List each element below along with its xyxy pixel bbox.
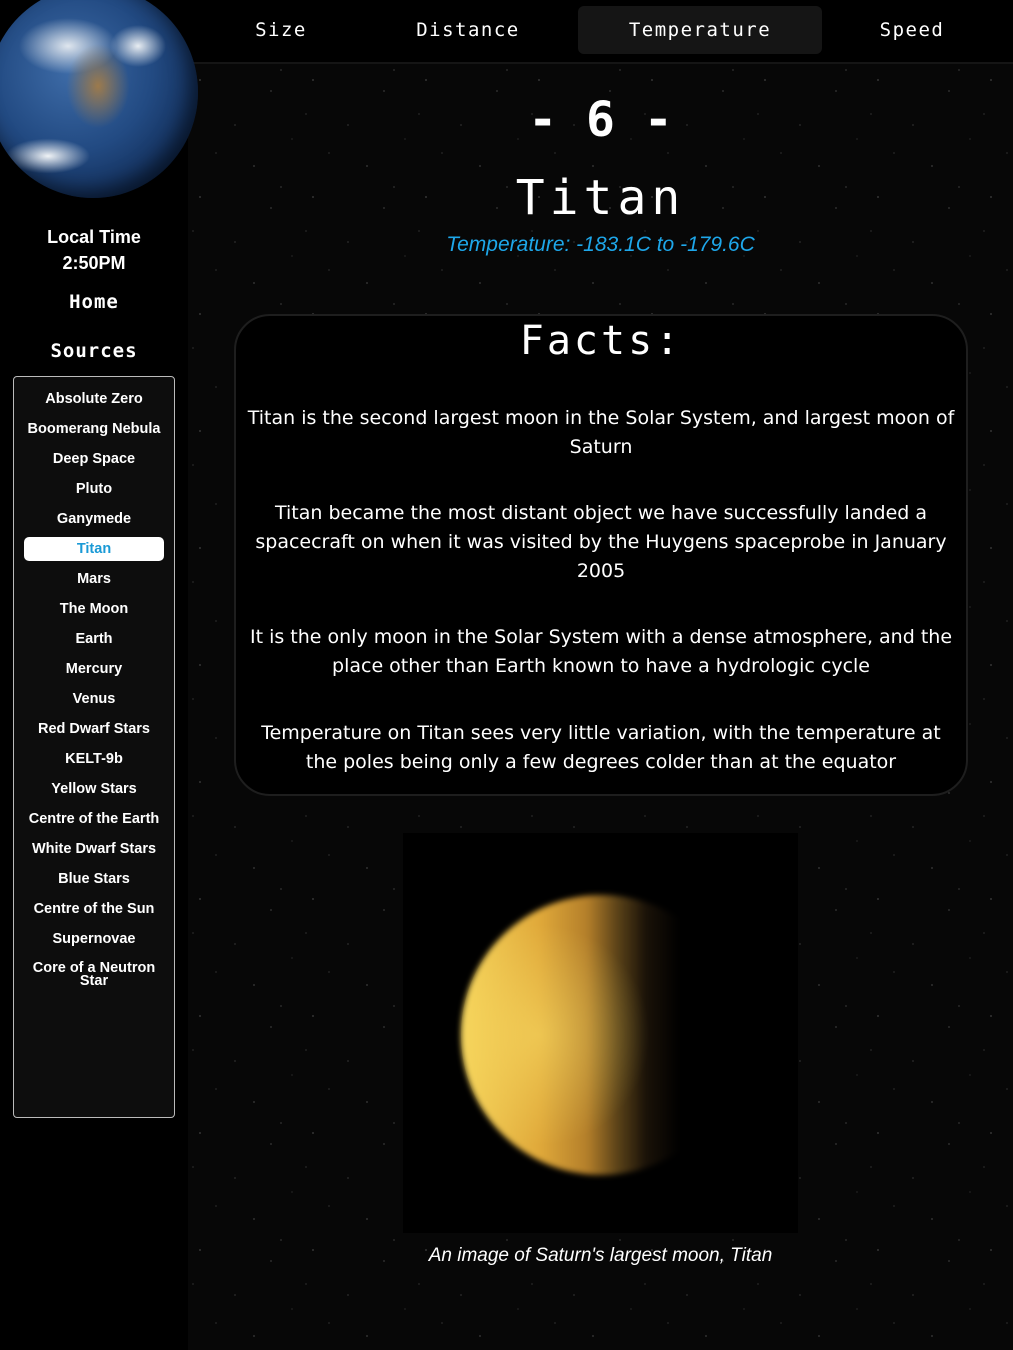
local-time-value: 2:50PM — [62, 253, 126, 273]
list-item[interactable]: Yellow Stars — [24, 777, 164, 801]
list-item[interactable]: Venus — [24, 687, 164, 711]
titan-highlight — [461, 895, 741, 1175]
source-list[interactable]: Absolute Zero Boomerang Nebula Deep Spac… — [13, 376, 175, 1118]
temperature-range: Temperature: -183.1C to -179.6C — [446, 233, 755, 256]
fact-item: Temperature on Titan sees very little va… — [261, 722, 941, 773]
list-item-active[interactable]: Titan — [24, 537, 164, 561]
tab-temperature[interactable]: Temperature — [578, 6, 822, 54]
list-item[interactable]: White Dwarf Stars — [24, 837, 164, 861]
page-title: Titan — [515, 170, 686, 226]
top-nav: Size Distance Temperature Speed — [188, 0, 1013, 64]
list-item[interactable]: Mercury — [24, 657, 164, 681]
fact-item: Titan is the second largest moon in the … — [247, 407, 955, 458]
list-item[interactable]: Centre of the Sun — [24, 897, 164, 921]
rank-number: - 6 - — [528, 92, 673, 148]
fact-item: It is the only moon in the Solar System … — [249, 626, 953, 677]
list-item[interactable]: The Moon — [24, 597, 164, 621]
list-item[interactable]: KELT-9b — [24, 747, 164, 771]
list-item[interactable]: Ganymede — [24, 507, 164, 531]
titan-image — [403, 833, 798, 1233]
list-item[interactable]: Pluto — [24, 477, 164, 501]
list-item[interactable]: Supernovae — [24, 927, 164, 951]
image-caption: An image of Saturn's largest moon, Titan — [428, 1245, 773, 1266]
tab-distance[interactable]: Distance — [388, 6, 548, 54]
list-item[interactable]: Core of a Neutron Star — [24, 961, 164, 989]
list-item[interactable]: Red Dwarf Stars — [24, 717, 164, 741]
sidebar: Local Time 2:50PM Home Sources Absolute … — [0, 0, 198, 1350]
facts-heading: Facts: — [519, 318, 683, 364]
facts-panel: Facts: Titan is the second largest moon … — [234, 314, 968, 796]
fact-item: Titan became the most distant object we … — [255, 502, 947, 582]
list-item[interactable]: Mars — [24, 567, 164, 591]
list-item[interactable]: Boomerang Nebula — [24, 417, 164, 441]
list-item[interactable]: Absolute Zero — [24, 387, 164, 411]
earth-logo[interactable] — [0, 0, 198, 198]
home-link[interactable]: Home — [0, 291, 188, 313]
list-item[interactable]: Centre of the Earth — [24, 807, 164, 831]
tab-speed[interactable]: Speed — [848, 6, 976, 54]
list-item[interactable]: Earth — [24, 627, 164, 651]
list-item[interactable]: Deep Space — [24, 447, 164, 471]
sources-link[interactable]: Sources — [0, 340, 188, 362]
local-time-label: Local Time — [47, 227, 141, 247]
list-item[interactable]: Blue Stars — [24, 867, 164, 891]
tab-size[interactable]: Size — [208, 6, 354, 54]
